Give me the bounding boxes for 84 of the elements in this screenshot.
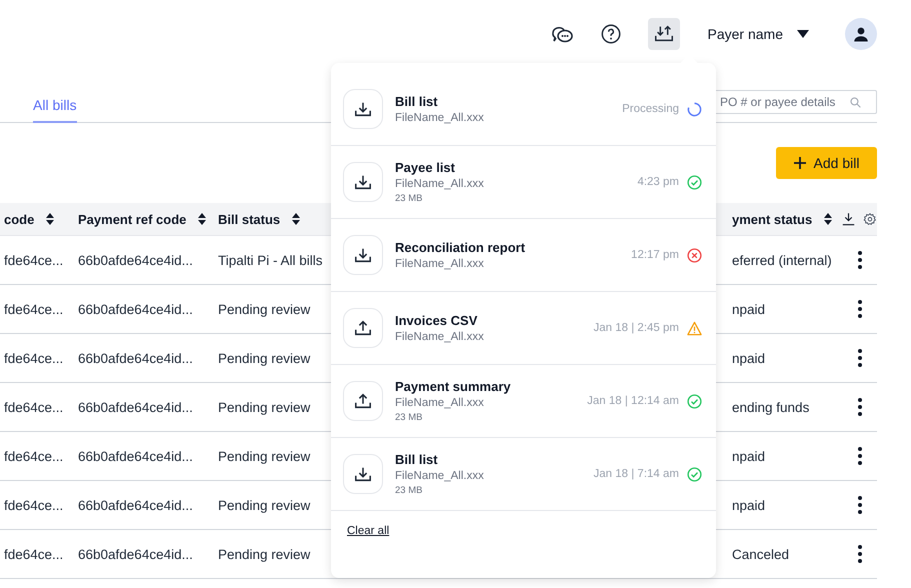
- help-icon[interactable]: [600, 23, 622, 45]
- sort-icon[interactable]: [824, 213, 832, 225]
- table-cell: Pending review: [218, 448, 310, 464]
- table-cell: Pending review: [218, 350, 310, 366]
- sort-icon[interactable]: [292, 213, 300, 225]
- user-menu[interactable]: Payer name: [708, 26, 809, 42]
- file-name: FileName_All.xxx: [395, 331, 485, 343]
- column-header: Bill status: [218, 212, 280, 226]
- table-cell: Canceled: [732, 546, 790, 562]
- download-icon: [343, 89, 383, 129]
- upload-icon: [343, 381, 383, 421]
- file-name: FileName_All.xxx: [395, 470, 485, 482]
- table-cell: npaid: [732, 448, 766, 464]
- more-icon[interactable]: [858, 349, 862, 367]
- table-cell: ending funds: [732, 400, 810, 414]
- table-cell: fde64ce...: [4, 498, 64, 512]
- table-cell: 66b0afde64ce4id...: [78, 546, 193, 562]
- table-cell: 66b0afde64ce4id...: [78, 498, 193, 512]
- table-cell: fde64ce...: [4, 546, 64, 562]
- clear-all-link[interactable]: Clear all: [347, 525, 390, 537]
- table-cell: fde64ce...: [4, 350, 64, 366]
- table-cell: eferred (internal): [732, 252, 832, 268]
- search-icon: [850, 96, 861, 108]
- more-icon[interactable]: [858, 398, 862, 416]
- file-title: Bill list: [395, 94, 439, 109]
- table-cell: npaid: [732, 350, 766, 366]
- search-field[interactable]: PO # or payee details: [713, 90, 877, 114]
- more-icon[interactable]: [858, 447, 862, 465]
- table-cell: fde64ce...: [4, 302, 64, 316]
- upload-download-button[interactable]: [648, 18, 680, 50]
- table-cell: 66b0afde64ce4id...: [78, 400, 193, 414]
- table-cell: Pending review: [218, 546, 310, 562]
- table-cell: 66b0afde64ce4id...: [78, 252, 193, 268]
- file-name: FileName_All.xxx: [395, 178, 485, 190]
- table-cell: Tipalti Pi - All bills: [218, 252, 323, 268]
- sort-icon[interactable]: [46, 213, 54, 225]
- table-cell: npaid: [732, 498, 766, 512]
- file-title: Invoices CSV: [395, 313, 478, 328]
- table-cell: fde64ce...: [4, 448, 64, 464]
- file-title: Payment summary: [395, 379, 512, 394]
- add-bill-button[interactable]: Add bill: [776, 147, 877, 179]
- caret-icon: [797, 30, 809, 38]
- download-icon: [343, 235, 383, 275]
- more-icon[interactable]: [858, 545, 862, 563]
- avatar[interactable]: [845, 18, 877, 50]
- file-time: Processing: [622, 103, 679, 115]
- file-time: Jan 18 | 2:45 pm: [594, 322, 679, 334]
- download-icon: [343, 162, 383, 202]
- file-name: FileName_All.xxx: [395, 397, 485, 409]
- more-icon[interactable]: [858, 300, 862, 318]
- table-cell: Pending review: [218, 498, 310, 512]
- file-title: Reconciliation report: [395, 240, 526, 255]
- table-cell: 66b0afde64ce4id...: [78, 448, 193, 464]
- more-icon[interactable]: [858, 496, 862, 514]
- file-time: Jan 18 | 7:14 am: [594, 468, 679, 480]
- file-name: FileName_All.xxx: [395, 258, 485, 270]
- table-cell: fde64ce...: [4, 400, 64, 414]
- file-time: 4:23 pm: [637, 176, 679, 188]
- settings-icon[interactable]: [863, 212, 877, 226]
- file-size: 23 MB: [395, 193, 424, 204]
- table-cell: npaid: [732, 302, 766, 316]
- table-cell: Pending review: [218, 302, 310, 316]
- table-cell: 66b0afde64ce4id...: [78, 350, 193, 366]
- file-time: Jan 18 | 12:14 am: [587, 395, 679, 407]
- person-icon: [852, 25, 870, 43]
- file-title: Bill list: [395, 452, 439, 467]
- download-icon: [343, 454, 383, 494]
- download-icon[interactable]: [842, 212, 856, 226]
- column-header: Payment ref code: [78, 212, 186, 226]
- table-cell: Pending review: [218, 400, 310, 414]
- file-size: 23 MB: [395, 485, 424, 496]
- sort-icon[interactable]: [198, 213, 206, 225]
- file-time: 12:17 pm: [631, 249, 679, 261]
- plus-icon: [794, 157, 806, 169]
- column-header: yment status: [732, 212, 812, 226]
- more-icon[interactable]: [858, 251, 862, 269]
- file-name: FileName_All.xxx: [395, 112, 485, 124]
- table-cell: fde64ce...: [4, 252, 64, 268]
- tab[interactable]: All bills: [33, 97, 77, 123]
- column-header: code: [4, 212, 34, 226]
- file-title: Payee list: [395, 160, 456, 175]
- table-cell: 66b0afde64ce4id...: [78, 302, 193, 316]
- file-size: 23 MB: [395, 412, 424, 423]
- upload-icon: [343, 308, 383, 348]
